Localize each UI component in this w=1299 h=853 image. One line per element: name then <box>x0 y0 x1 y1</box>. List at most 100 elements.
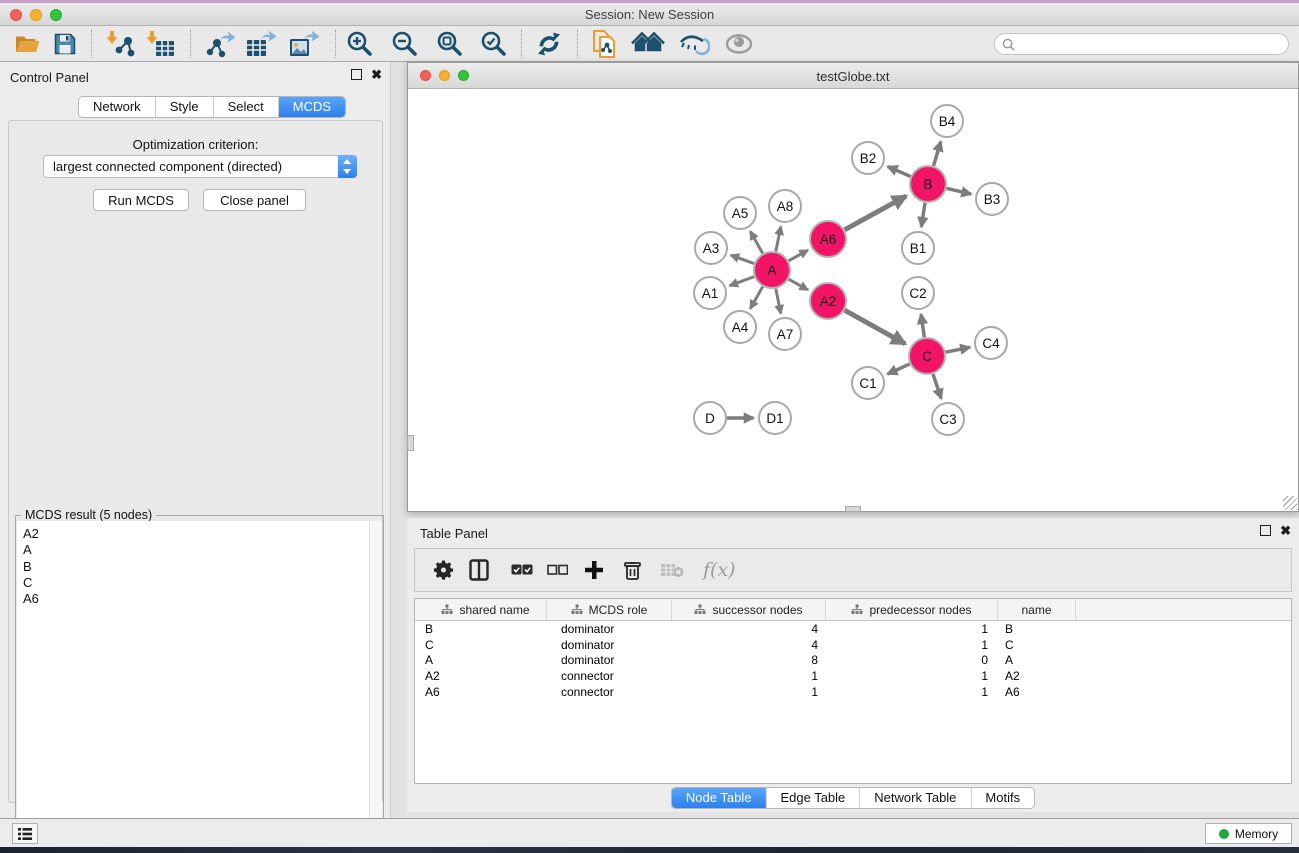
graph-edge-C-C1[interactable] <box>888 364 910 374</box>
table-row[interactable]: Bdominator41B <box>415 621 1291 637</box>
graph-edge-C-C3[interactable] <box>933 374 941 399</box>
close-panel-button[interactable]: Close panel <box>203 189 306 211</box>
graph-edge-A6-B[interactable] <box>845 196 906 230</box>
mcds-result-list[interactable]: A2ABCA6 <box>17 521 382 853</box>
graph-edge-A-A3[interactable] <box>731 255 754 263</box>
close-panel-icon[interactable]: ✖ <box>1280 525 1291 536</box>
delete-table-icon[interactable] <box>660 562 684 578</box>
search-input[interactable] <box>1019 37 1288 51</box>
table-cell: C <box>998 638 1076 652</box>
graph-edge-C-C2[interactable] <box>921 314 924 337</box>
gear-icon[interactable] <box>433 560 454 581</box>
column-header-successor-nodes[interactable]: successor nodes <box>672 599 826 620</box>
table-cell: A <box>415 653 547 667</box>
save-session-icon[interactable] <box>53 32 77 56</box>
column-header-predecessor-nodes[interactable]: predecessor nodes <box>826 599 998 620</box>
import-network-icon[interactable] <box>106 30 136 58</box>
window-edge-grip[interactable] <box>845 506 861 512</box>
graph-edge-A-A4[interactable] <box>750 287 762 309</box>
network-canvas[interactable]: AA1A2A3A4A5A6A7A8BB1B2B3B4CC1C2C3C4DD1 <box>408 90 1298 511</box>
float-panel-icon[interactable] <box>351 69 362 80</box>
run-mcds-button[interactable]: Run MCDS <box>93 189 189 211</box>
graph-edge-A-A7[interactable] <box>776 289 781 314</box>
mcds-result-scrollbar[interactable] <box>369 521 382 853</box>
column-layout-icon[interactable] <box>469 559 489 581</box>
table-row[interactable]: Cdominator41C <box>415 637 1291 653</box>
deselect-all-icon[interactable] <box>547 564 568 576</box>
first-neighbors-icon[interactable] <box>631 31 665 57</box>
mcds-result-item[interactable]: A2 <box>23 526 382 542</box>
graph-edge-B-B4[interactable] <box>933 142 940 166</box>
graph-edge-A-A5[interactable] <box>750 231 762 253</box>
column-header-mcds-role[interactable]: MCDS role <box>547 599 672 620</box>
tab-mcds[interactable]: MCDS <box>279 97 345 117</box>
hide-details-icon[interactable] <box>678 31 710 57</box>
zoom-in-icon[interactable] <box>346 30 374 58</box>
node-table[interactable]: shared name MCDS role successor nodes pr… <box>414 598 1292 784</box>
refresh-layout-icon[interactable] <box>534 30 564 58</box>
add-column-icon[interactable] <box>584 560 604 580</box>
graph-edge-C-C4[interactable] <box>946 347 970 352</box>
mcds-result-item[interactable]: B <box>23 559 382 575</box>
network-window-title: testGlobe.txt <box>408 69 1298 84</box>
list-icon <box>17 827 33 841</box>
tab-network[interactable]: Network <box>79 97 156 117</box>
table-row[interactable]: A6connector11A6 <box>415 684 1291 700</box>
network-graph[interactable]: AA1A2A3A4A5A6A7A8BB1B2B3B4CC1C2C3C4DD1 <box>408 90 1298 511</box>
import-table-icon[interactable] <box>146 30 176 58</box>
search-field[interactable] <box>994 33 1289 55</box>
tab-style[interactable]: Style <box>156 97 214 117</box>
float-panel-icon[interactable] <box>1260 525 1271 536</box>
task-history-button[interactable] <box>12 823 38 844</box>
control-panel: Control Panel ✖ Network Style Select MCD… <box>0 62 391 818</box>
column-header-shared-name[interactable]: shared name <box>415 599 547 620</box>
memory-button[interactable]: Memory <box>1205 823 1292 844</box>
table-cell: dominator <box>547 622 672 636</box>
zoom-selected-icon[interactable] <box>480 30 508 58</box>
mcds-result-item[interactable]: C <box>23 575 382 591</box>
graph-edge-A-A1[interactable] <box>730 277 754 286</box>
graph-edge-A-A6[interactable] <box>789 250 808 261</box>
table-row[interactable]: Adominator80A <box>415 653 1291 669</box>
table-cell: 8 <box>672 653 826 667</box>
table-row[interactable]: A2connector11A2 <box>415 668 1291 684</box>
graph-node-label: C4 <box>982 336 1000 351</box>
export-image-icon[interactable] <box>288 30 320 58</box>
tab-edge-table[interactable]: Edge Table <box>766 788 860 808</box>
tab-network-table[interactable]: Network Table <box>860 788 971 808</box>
graph-edge-B-B1[interactable] <box>921 203 925 227</box>
show-details-icon[interactable] <box>724 33 754 55</box>
table-cell: B <box>415 622 547 636</box>
graph-edge-B-B2[interactable] <box>888 167 911 177</box>
window-resize-grip[interactable] <box>1283 496 1297 510</box>
zoom-out-icon[interactable] <box>391 30 419 58</box>
graph-node-label: A5 <box>732 206 749 221</box>
graph-edge-A2-C[interactable] <box>845 310 906 344</box>
toolbar-separator <box>190 30 191 58</box>
window-edge-grip[interactable] <box>407 435 414 451</box>
function-builder-icon[interactable]: f(x) <box>703 559 736 581</box>
node-table-body: Bdominator41BCdominator41CAdominator80AA… <box>415 621 1291 700</box>
optimization-criterion-select[interactable]: largest connected component (directed) <box>43 155 357 178</box>
export-network-icon[interactable] <box>206 30 236 58</box>
network-window-titlebar[interactable]: testGlobe.txt <box>408 63 1298 89</box>
zoom-fit-icon[interactable] <box>436 30 464 58</box>
delete-column-icon[interactable] <box>623 559 642 581</box>
tab-select[interactable]: Select <box>214 97 279 117</box>
tab-node-table[interactable]: Node Table <box>672 788 767 808</box>
mcds-result-title: MCDS result (5 nodes) <box>21 508 156 522</box>
graph-node-label: A8 <box>777 199 794 214</box>
mcds-result-item[interactable]: A6 <box>23 591 382 607</box>
clone-network-icon[interactable] <box>589 29 619 59</box>
column-header-name[interactable]: name <box>998 599 1076 620</box>
mcds-result-item[interactable]: A <box>23 542 382 558</box>
tab-motifs[interactable]: Motifs <box>971 788 1034 808</box>
graph-edge-A-A8[interactable] <box>776 227 781 252</box>
table-panel-title: Table Panel <box>420 526 488 541</box>
close-panel-icon[interactable]: ✖ <box>371 69 382 80</box>
graph-edge-A-A2[interactable] <box>789 279 808 290</box>
graph-edge-B-B3[interactable] <box>946 188 971 194</box>
select-all-icon[interactable] <box>511 564 533 577</box>
open-session-icon[interactable] <box>14 32 41 56</box>
export-table-icon[interactable] <box>245 30 277 58</box>
